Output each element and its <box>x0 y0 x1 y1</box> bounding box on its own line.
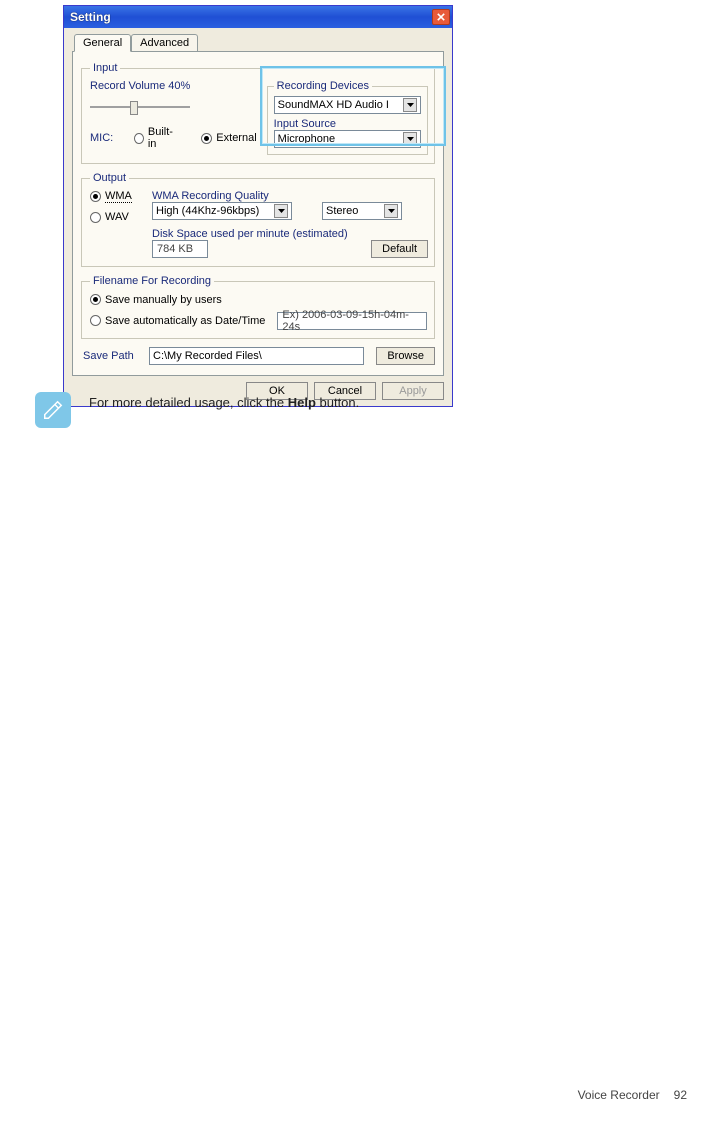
chevron-down-icon <box>384 204 398 218</box>
combo-input-source[interactable]: Microphone <box>274 130 421 148</box>
group-output: Output WMA WAV WMA Recording Quality Hig… <box>81 172 435 267</box>
pencil-icon <box>42 399 64 421</box>
record-volume-slider[interactable] <box>90 98 190 116</box>
quality-label: WMA Recording Quality <box>152 190 428 202</box>
radio-save-manual[interactable]: Save manually by users <box>90 294 222 306</box>
titlebar: Setting <box>64 6 452 28</box>
combo-quality-value: High (44Khz-96kbps) <box>156 205 259 217</box>
note-icon <box>35 392 71 428</box>
window-title: Setting <box>70 10 111 24</box>
radio-format-wav-label: WAV <box>105 211 129 223</box>
tab-general-label: General <box>83 37 122 49</box>
dialog-body: General Advanced Input Record Volume 40% <box>64 28 452 406</box>
radio-save-auto-label: Save automatically as Date/Time <box>105 315 265 327</box>
default-button[interactable]: Default <box>371 240 428 258</box>
note-text: For more detailed usage, click the Help … <box>89 392 359 410</box>
radio-mic-builtin-label: Built-in <box>148 126 177 150</box>
chevron-down-icon <box>403 132 417 146</box>
combo-input-source-value: Microphone <box>278 133 335 145</box>
footer-section: Voice Recorder <box>578 1088 660 1102</box>
note-text-prefix: For more detailed usage, click the <box>89 395 288 410</box>
apply-button-label: Apply <box>399 385 427 397</box>
radio-mic-builtin[interactable]: Built-in <box>134 126 177 150</box>
chevron-down-icon <box>403 98 417 112</box>
close-icon <box>437 13 445 21</box>
tab-advanced[interactable]: Advanced <box>131 34 198 52</box>
radio-format-wma-label: WMA <box>105 190 132 203</box>
note-text-suffix: button. <box>316 395 359 410</box>
browse-button[interactable]: Browse <box>376 347 435 365</box>
note-text-bold: Help <box>288 395 316 410</box>
radio-mic-external-label: External <box>216 132 256 144</box>
note-row: For more detailed usage, click the Help … <box>35 392 359 428</box>
apply-button[interactable]: Apply <box>382 382 444 400</box>
group-recording-devices-legend: Recording Devices <box>274 80 372 92</box>
filename-example: Ex) 2006-03-09-15h-04m-24s <box>277 312 427 330</box>
radio-format-wma[interactable]: WMA <box>90 190 132 203</box>
mic-label: MIC: <box>90 132 113 144</box>
save-path-row: Save Path C:\My Recorded Files\ Browse <box>83 347 435 365</box>
combo-recording-device[interactable]: SoundMAX HD Audio I <box>274 96 421 114</box>
input-source-label: Input Source <box>274 118 421 130</box>
combo-recording-device-value: SoundMAX HD Audio I <box>278 99 389 111</box>
group-input-legend: Input <box>90 62 120 74</box>
document-page: Setting General Advanced Input Record Vo… <box>0 0 725 1126</box>
group-filename: Filename For Recording Save manually by … <box>81 275 435 339</box>
radio-save-manual-label: Save manually by users <box>105 294 222 306</box>
group-recording-devices: Recording Devices SoundMAX HD Audio I In… <box>267 80 428 155</box>
tab-advanced-label: Advanced <box>140 37 189 49</box>
settings-dialog: Setting General Advanced Input Record Vo… <box>63 5 453 407</box>
default-button-label: Default <box>382 243 417 255</box>
tab-panel-general: Input Record Volume 40% MIC: Buil <box>72 51 444 376</box>
group-output-legend: Output <box>90 172 129 184</box>
radio-mic-external[interactable]: External <box>201 132 256 144</box>
save-path-input[interactable]: C:\My Recorded Files\ <box>149 347 364 365</box>
record-volume-label: Record Volume 40% <box>90 80 257 92</box>
save-path-label: Save Path <box>83 350 143 362</box>
radio-save-auto[interactable]: Save automatically as Date/Time <box>90 315 265 327</box>
tab-strip: General Advanced <box>72 34 444 52</box>
footer-page-number: 92 <box>674 1088 687 1102</box>
radio-format-wav[interactable]: WAV <box>90 211 129 223</box>
chevron-down-icon <box>274 204 288 218</box>
save-path-value: C:\My Recorded Files\ <box>153 350 262 362</box>
disk-space-value: 784 KB <box>152 240 208 258</box>
page-footer: Voice Recorder 92 <box>578 1088 687 1102</box>
group-filename-legend: Filename For Recording <box>90 275 214 287</box>
slider-thumb[interactable] <box>130 101 138 115</box>
tab-general[interactable]: General <box>74 34 131 52</box>
slider-track <box>90 106 190 108</box>
disk-space-label: Disk Space used per minute (estimated) <box>152 228 428 240</box>
browse-button-label: Browse <box>387 350 424 362</box>
group-input: Input Record Volume 40% MIC: Buil <box>81 62 435 164</box>
combo-channels-value: Stereo <box>326 205 358 217</box>
combo-channels[interactable]: Stereo <box>322 202 402 220</box>
close-button[interactable] <box>432 9 450 25</box>
combo-quality[interactable]: High (44Khz-96kbps) <box>152 202 292 220</box>
